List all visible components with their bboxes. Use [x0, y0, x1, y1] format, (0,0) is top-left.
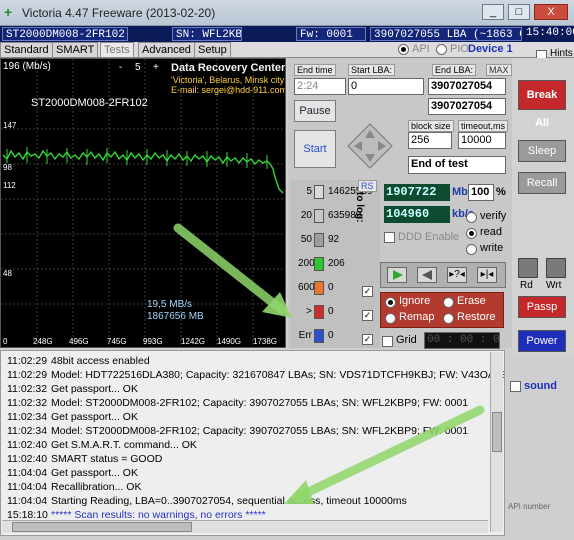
- annotation-arrows: [173, 223, 485, 504]
